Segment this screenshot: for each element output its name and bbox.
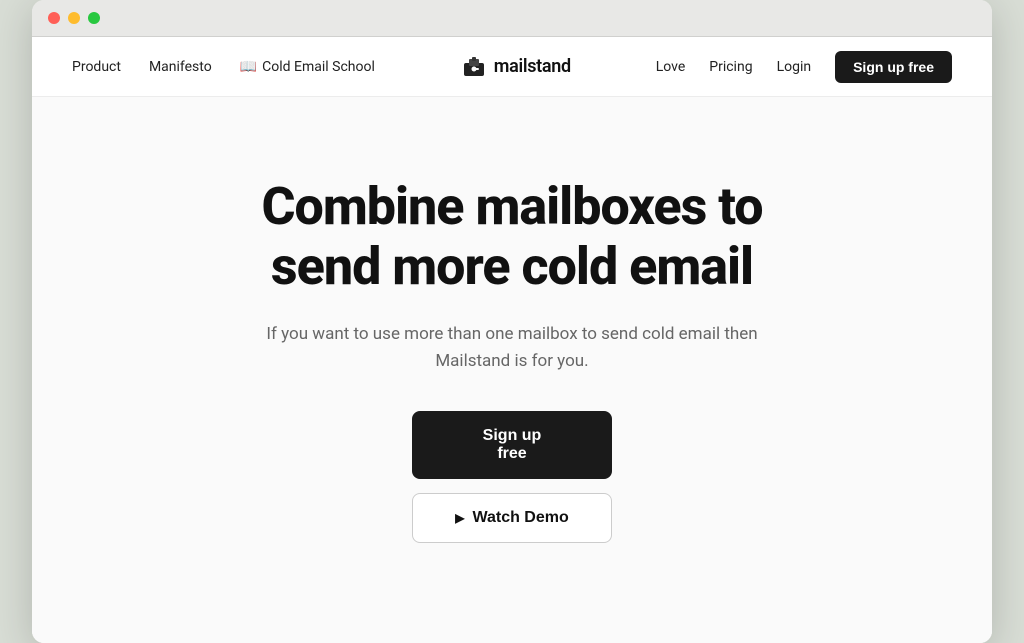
browser-window: Product Manifesto 📖 Cold Email School m bbox=[32, 0, 992, 643]
nav-login[interactable]: Login bbox=[777, 59, 812, 75]
book-icon: 📖 bbox=[240, 59, 257, 75]
hero-title: Combine mailboxes to send more cold emai… bbox=[261, 177, 762, 297]
hero-section: Combine mailboxes to send more cold emai… bbox=[32, 97, 992, 643]
hero-subtitle: If you want to use more than one mailbox… bbox=[232, 321, 792, 375]
browser-titlebar bbox=[32, 0, 992, 37]
play-icon: ▶ bbox=[455, 511, 464, 525]
nav-product[interactable]: Product bbox=[72, 59, 121, 75]
nav-cold-email-school[interactable]: 📖 Cold Email School bbox=[240, 59, 375, 75]
nav-left: Product Manifesto 📖 Cold Email School bbox=[72, 59, 375, 75]
traffic-light-yellow[interactable] bbox=[68, 12, 80, 24]
navbar: Product Manifesto 📖 Cold Email School m bbox=[32, 37, 992, 97]
nav-manifesto[interactable]: Manifesto bbox=[149, 59, 212, 75]
hero-buttons: Sign up free ▶ Watch Demo bbox=[412, 411, 612, 543]
nav-signup-button[interactable]: Sign up free bbox=[835, 51, 952, 83]
mailstand-logo-icon bbox=[460, 53, 488, 81]
hero-watch-demo-button[interactable]: ▶ Watch Demo bbox=[412, 493, 612, 543]
nav-logo[interactable]: mailstand bbox=[460, 53, 571, 81]
nav-cold-email-label: Cold Email School bbox=[262, 59, 375, 75]
logo-text: mailstand bbox=[494, 56, 571, 77]
traffic-light-red[interactable] bbox=[48, 12, 60, 24]
nav-right: Love Pricing Login Sign up free bbox=[656, 51, 952, 83]
hero-title-line2: send more cold email bbox=[271, 236, 753, 297]
nav-pricing[interactable]: Pricing bbox=[709, 59, 752, 75]
nav-love[interactable]: Love bbox=[656, 59, 686, 75]
hero-signup-button[interactable]: Sign up free bbox=[412, 411, 612, 479]
watch-demo-label: Watch Demo bbox=[472, 509, 568, 527]
traffic-light-green[interactable] bbox=[88, 12, 100, 24]
browser-content: Product Manifesto 📖 Cold Email School m bbox=[32, 37, 992, 643]
hero-title-line1: Combine mailboxes to bbox=[261, 176, 762, 237]
